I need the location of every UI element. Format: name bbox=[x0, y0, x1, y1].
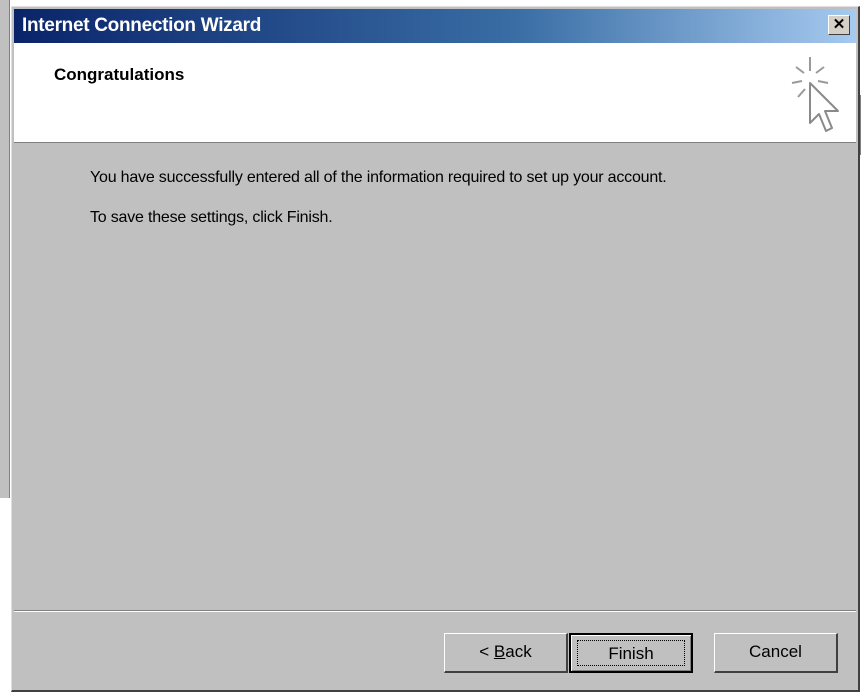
close-button[interactable]: ✕ bbox=[828, 15, 850, 35]
back-button-mnemonic: B bbox=[493, 642, 506, 661]
back-button-prefix: < bbox=[479, 642, 494, 661]
wizard-cursor-sparkle-icon bbox=[791, 57, 839, 132]
finish-button[interactable]: Finish bbox=[569, 633, 693, 673]
cancel-button-label: Cancel bbox=[749, 642, 802, 661]
screen: Internet Connection Wizard ✕ Congratulat… bbox=[0, 0, 866, 700]
finish-instruction: To save these settings, click Finish. bbox=[90, 209, 333, 226]
back-button[interactable]: < Back bbox=[444, 633, 568, 673]
background-window-edge bbox=[0, 0, 10, 498]
finish-button-label: Finish bbox=[608, 644, 654, 663]
button-separator bbox=[14, 610, 856, 612]
finish-focus-ring: Finish bbox=[577, 640, 685, 666]
cancel-button[interactable]: Cancel bbox=[714, 633, 838, 673]
back-button-label: ack bbox=[505, 642, 532, 661]
close-icon: ✕ bbox=[832, 16, 846, 33]
page-title: Congratulations bbox=[54, 65, 185, 84]
wizard-dialog: Internet Connection Wizard ✕ Congratulat… bbox=[11, 6, 860, 692]
background-window-edge-right bbox=[860, 95, 866, 155]
wizard-content: You have successfully entered all of the… bbox=[14, 143, 856, 607]
title-bar[interactable]: Internet Connection Wizard ✕ bbox=[14, 9, 856, 43]
success-message: You have successfully entered all of the… bbox=[90, 169, 667, 186]
window-title: Internet Connection Wizard bbox=[22, 15, 262, 36]
wizard-header: Congratulations bbox=[14, 43, 856, 143]
